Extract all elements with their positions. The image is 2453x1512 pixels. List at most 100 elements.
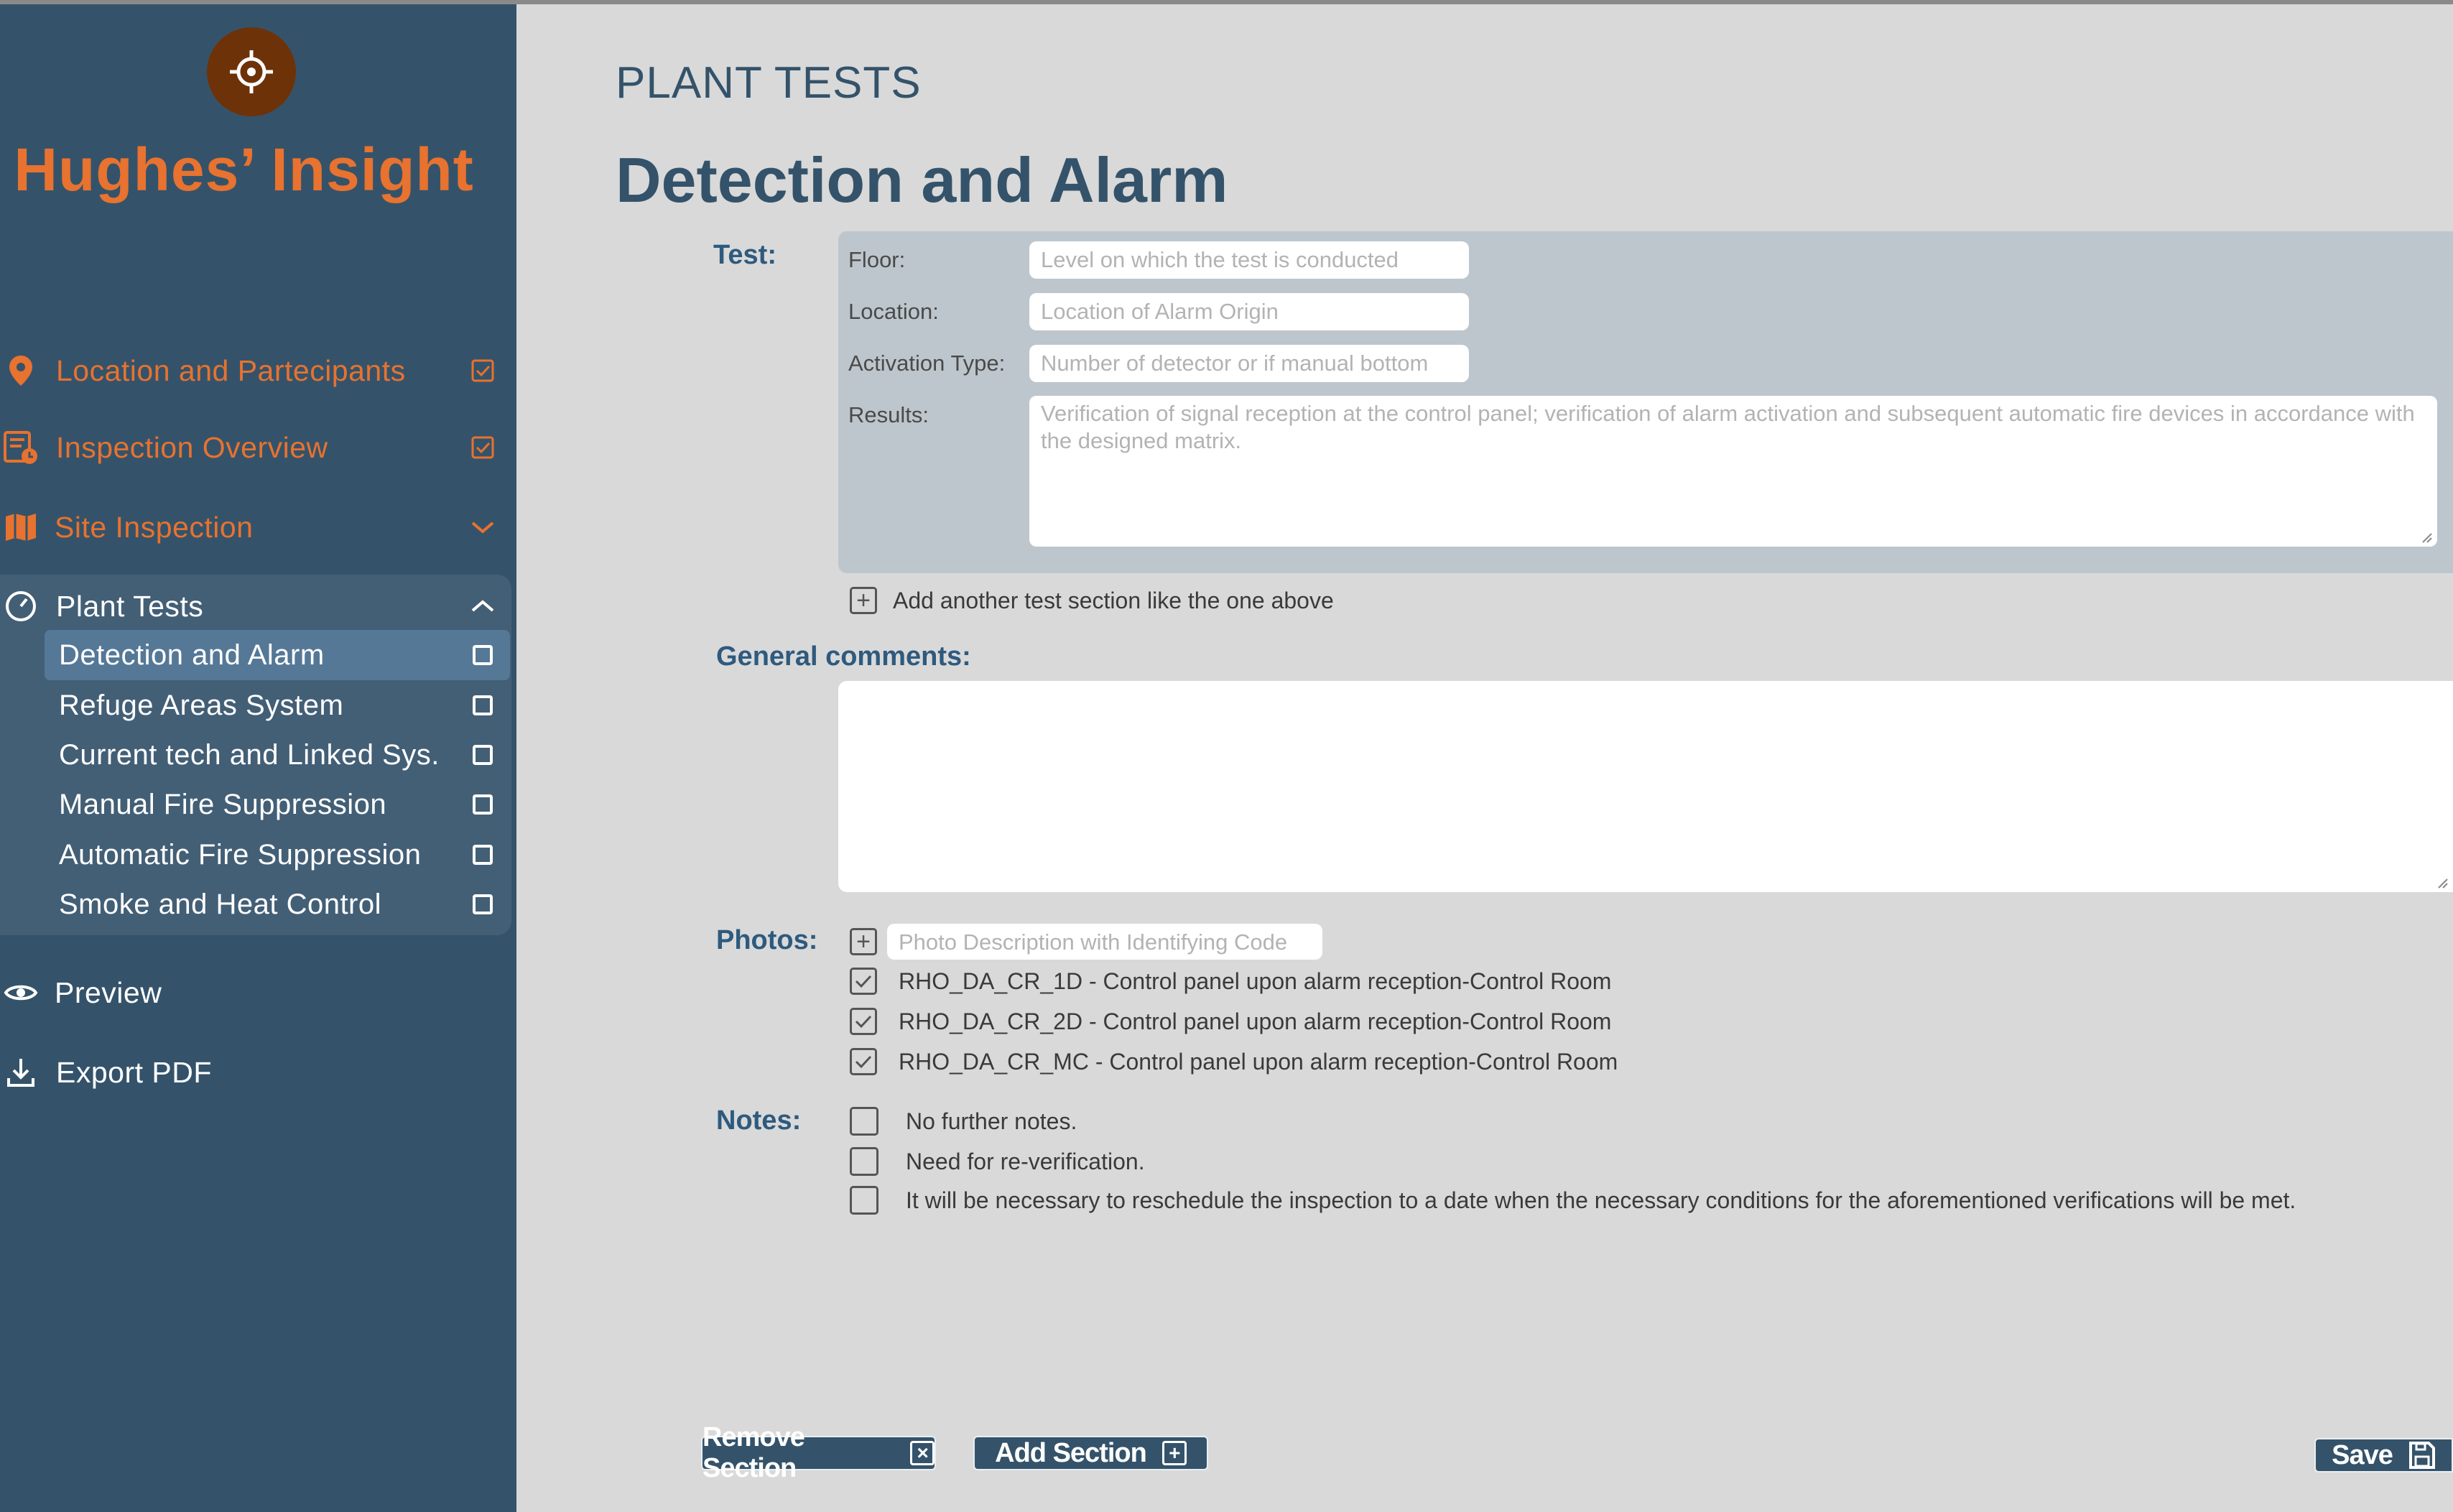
plant-tests-group: Plant Tests Detection and Alarm Refuge A… bbox=[0, 575, 511, 935]
add-photo-icon[interactable]: + bbox=[850, 928, 877, 955]
floor-input[interactable]: Level on which the test is conducted bbox=[1029, 241, 1469, 279]
eye-icon bbox=[3, 975, 39, 1011]
sub-item-label: Smoke and Heat Control bbox=[59, 888, 382, 920]
photo-item: RHO_DA_CR_MC - Control panel upon alarm … bbox=[850, 1048, 1618, 1075]
checkmark-icon bbox=[855, 1015, 872, 1029]
note-item-label: It will be necessary to reschedule the i… bbox=[906, 1187, 2296, 1213]
preview-button[interactable]: Preview bbox=[0, 960, 516, 1025]
remove-section-button[interactable]: Remove Section × bbox=[701, 1422, 936, 1483]
map-pin-icon bbox=[3, 353, 39, 389]
plus-box-icon: + bbox=[850, 587, 877, 614]
resize-handle-icon[interactable] bbox=[2436, 876, 2449, 889]
sub-item-label: Refuge Areas System bbox=[59, 689, 344, 721]
note-item: No further notes. bbox=[850, 1107, 1077, 1136]
brand-name: Hughes’ Insight bbox=[14, 136, 474, 203]
activation-type-input[interactable]: Number of detector or if manual bottom bbox=[1029, 345, 1469, 382]
photo-item-label: RHO_DA_CR_1D - Control panel upon alarm … bbox=[899, 968, 1612, 994]
sub-item-smoke-heat[interactable]: Smoke and Heat Control bbox=[45, 879, 510, 929]
photo-description-input[interactable]: Photo Description with Identifying Code bbox=[887, 924, 1322, 960]
save-icon bbox=[2408, 1441, 2436, 1470]
checked-box-icon bbox=[468, 356, 497, 385]
sidebar-item-site-inspection[interactable]: Site Inspection bbox=[0, 495, 516, 560]
add-photo-row: + Photo Description with Identifying Cod… bbox=[850, 924, 1322, 960]
sidebar: Hughes’ Insight Location and Partecipant… bbox=[0, 0, 516, 1512]
sidebar-item-label: Site Inspection bbox=[55, 510, 254, 544]
page-title: Detection and Alarm bbox=[616, 144, 1228, 215]
sidebar-item-plant-tests[interactable]: Plant Tests bbox=[0, 574, 511, 639]
checkmark-icon bbox=[855, 975, 872, 988]
photo-item: RHO_DA_CR_2D - Control panel upon alarm … bbox=[850, 1008, 1611, 1035]
chevron-down-icon[interactable] bbox=[468, 513, 497, 542]
status-checkbox bbox=[473, 695, 493, 715]
photo-checkbox[interactable] bbox=[850, 1008, 877, 1035]
general-comments-label: General comments: bbox=[716, 641, 971, 672]
checked-box-icon bbox=[468, 433, 497, 462]
sub-item-detection-alarm[interactable]: Detection and Alarm bbox=[45, 630, 510, 680]
report-clock-icon bbox=[3, 430, 39, 465]
sidebar-item-inspection-overview[interactable]: Inspection Overview bbox=[0, 415, 516, 480]
status-checkbox bbox=[473, 745, 493, 765]
photo-checkbox[interactable] bbox=[850, 1048, 877, 1075]
status-checkbox bbox=[473, 845, 493, 865]
general-comments-textarea[interactable] bbox=[838, 681, 2453, 892]
preview-label: Preview bbox=[55, 975, 162, 1009]
activation-type-label: Activation Type: bbox=[848, 351, 1006, 376]
note-item-label: No further notes. bbox=[906, 1108, 1077, 1134]
sidebar-item-location[interactable]: Location and Partecipants bbox=[0, 338, 516, 403]
gauge-icon bbox=[3, 588, 39, 624]
sub-item-manual-fire[interactable]: Manual Fire Suppression bbox=[45, 779, 510, 830]
test-label: Test: bbox=[713, 240, 776, 270]
status-checkbox bbox=[473, 645, 493, 665]
location-input[interactable]: Location of Alarm Origin bbox=[1029, 293, 1469, 330]
top-border bbox=[0, 0, 2453, 4]
add-test-section-label: Add another test section like the one ab… bbox=[893, 587, 1334, 613]
crosshair-icon bbox=[230, 50, 273, 93]
export-pdf-button[interactable]: Export PDF bbox=[0, 1040, 516, 1105]
sub-item-automatic-fire[interactable]: Automatic Fire Suppression bbox=[45, 830, 510, 880]
logo bbox=[207, 27, 296, 116]
sub-item-refuge-areas[interactable]: Refuge Areas System bbox=[45, 680, 510, 731]
export-pdf-label: Export PDF bbox=[56, 1055, 212, 1089]
add-test-section-button[interactable]: + Add another test section like the one … bbox=[850, 587, 1334, 614]
note-item-label: Need for re-verification. bbox=[906, 1148, 1145, 1174]
add-section-label: Add Section bbox=[995, 1437, 1147, 1468]
note-checkbox[interactable] bbox=[850, 1107, 878, 1136]
map-book-icon bbox=[3, 509, 39, 545]
photo-checkbox[interactable] bbox=[850, 968, 877, 995]
note-checkbox[interactable] bbox=[850, 1186, 878, 1215]
note-item: It will be necessary to reschedule the i… bbox=[850, 1186, 2296, 1215]
results-label: Results: bbox=[848, 402, 929, 427]
results-textarea[interactable]: Verification of signal reception at the … bbox=[1029, 396, 2437, 547]
sub-item-label: Manual Fire Suppression bbox=[59, 788, 387, 820]
results-placeholder: Verification of signal reception at the … bbox=[1041, 401, 2415, 453]
note-checkbox[interactable] bbox=[850, 1147, 878, 1176]
photo-item-label: RHO_DA_CR_2D - Control panel upon alarm … bbox=[899, 1008, 1612, 1034]
note-item: Need for re-verification. bbox=[850, 1147, 1145, 1176]
photo-item-label: RHO_DA_CR_MC - Control panel upon alarm … bbox=[899, 1048, 1618, 1075]
status-checkbox bbox=[473, 894, 493, 914]
floor-label: Floor: bbox=[848, 247, 906, 272]
add-section-button[interactable]: Add Section + bbox=[973, 1436, 1208, 1470]
chevron-up-icon[interactable] bbox=[468, 592, 497, 621]
location-label: Location: bbox=[848, 299, 939, 324]
checkmark-icon bbox=[855, 1055, 872, 1069]
sidebar-item-label: Location and Partecipants bbox=[56, 353, 406, 387]
sidebar-item-label: Plant Tests bbox=[56, 589, 204, 623]
resize-handle-icon[interactable] bbox=[2420, 531, 2433, 544]
status-checkbox bbox=[473, 794, 493, 815]
download-icon bbox=[3, 1054, 39, 1090]
plus-box-icon: + bbox=[1161, 1441, 1187, 1465]
save-label: Save bbox=[2332, 1439, 2393, 1470]
save-button[interactable]: Save bbox=[2314, 1438, 2453, 1472]
sub-item-label: Automatic Fire Suppression bbox=[59, 838, 422, 871]
remove-section-label: Remove Section bbox=[702, 1422, 805, 1483]
photo-item: RHO_DA_CR_1D - Control panel upon alarm … bbox=[850, 968, 1611, 995]
notes-label: Notes: bbox=[716, 1105, 802, 1136]
photos-label: Photos: bbox=[716, 925, 818, 955]
sub-item-label: Detection and Alarm bbox=[59, 639, 325, 671]
sidebar-item-label: Inspection Overview bbox=[56, 430, 328, 464]
close-box-icon: × bbox=[910, 1441, 935, 1465]
sub-item-label: Current tech and Linked Sys. bbox=[59, 738, 440, 771]
sub-item-current-tech[interactable]: Current tech and Linked Sys. bbox=[45, 730, 510, 780]
test-panel: Floor: Level on which the test is conduc… bbox=[838, 231, 2453, 573]
